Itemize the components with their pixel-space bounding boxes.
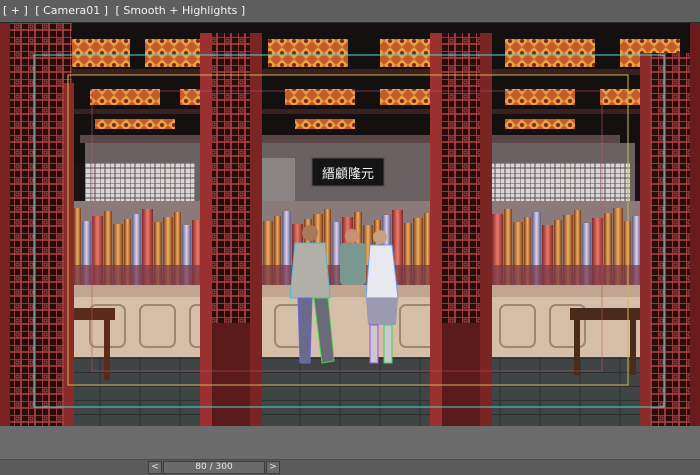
right-lattice-door	[640, 23, 700, 426]
prev-frame-button[interactable]: <	[148, 461, 162, 474]
coffered-ceiling	[0, 23, 700, 163]
center-left-door	[200, 33, 262, 426]
center-right-door	[430, 33, 492, 426]
viewport-camera-menu[interactable]: [ Camera01 ]	[35, 4, 108, 17]
next-frame-button[interactable]: >	[266, 461, 280, 474]
time-slider-thumb[interactable]: 80 / 300	[163, 461, 265, 474]
left-lattice-door	[0, 23, 74, 426]
track-area: < 80 / 300 >	[0, 426, 700, 475]
viewport-plus-menu[interactable]: [ + ]	[3, 4, 28, 17]
viewport-label-bar: [ + ] [ Camera01 ] [ Smooth + Highlights…	[0, 0, 700, 22]
max-viewport-window: [ + ] [ Camera01 ] [ Smooth + Highlights…	[0, 0, 700, 475]
rendered-scene: 縉顧隆元	[0, 23, 700, 426]
shop-sign-text: 縉顧隆元	[322, 167, 374, 182]
time-slider-bar: < 80 / 300 >	[0, 459, 700, 475]
shop-sign-board: 縉顧隆元	[311, 157, 385, 187]
shop-counter	[65, 285, 650, 357]
camera-viewport[interactable]: 縉顧隆元	[0, 22, 700, 426]
viewport-shading-menu[interactable]: [ Smooth + Highlights ]	[116, 4, 246, 17]
